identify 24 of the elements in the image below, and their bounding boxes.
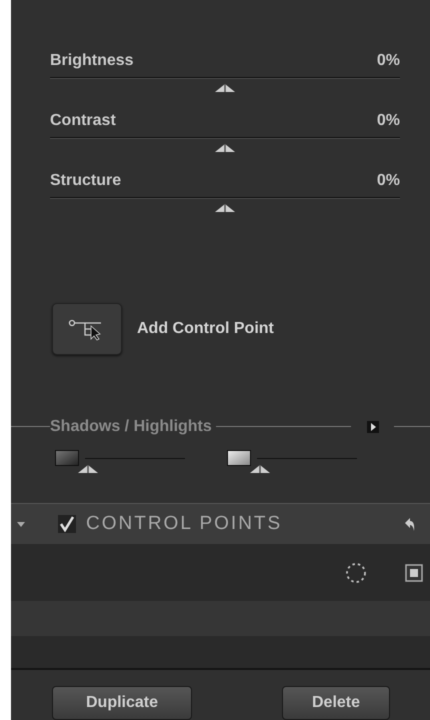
slider-thumb[interactable] <box>249 464 271 474</box>
action-button[interactable]: Duplicate <box>52 686 192 720</box>
shadows-swatch-icon <box>55 450 79 466</box>
section-title[interactable]: Shadows / Highlights <box>50 418 212 436</box>
slider-value: 0% <box>376 172 400 190</box>
action-button[interactable]: Delete <box>282 686 390 720</box>
slider-thumb[interactable] <box>77 464 99 474</box>
highlights-swatch-icon <box>227 450 251 466</box>
disclosure-icon[interactable] <box>16 520 26 528</box>
expand-icon[interactable] <box>367 420 379 433</box>
slider-thumb[interactable] <box>214 83 236 93</box>
add-control-point-button[interactable] <box>52 303 122 355</box>
section-title: CONTROL POINTS <box>86 512 284 535</box>
slider-value: 0% <box>376 112 400 130</box>
slider-label: Brightness <box>50 52 134 70</box>
checkbox[interactable] <box>58 514 76 533</box>
square-icon[interactable] <box>405 564 423 582</box>
slider-thumb[interactable] <box>214 143 236 153</box>
slider-label: Contrast <box>50 112 116 130</box>
dotted-circle-icon[interactable] <box>345 562 367 584</box>
slider-thumb[interactable] <box>214 203 236 213</box>
slider-value: 0% <box>376 52 400 70</box>
slider-label: Structure <box>50 172 122 190</box>
add-control-point-label: Add Control Point <box>137 320 274 338</box>
